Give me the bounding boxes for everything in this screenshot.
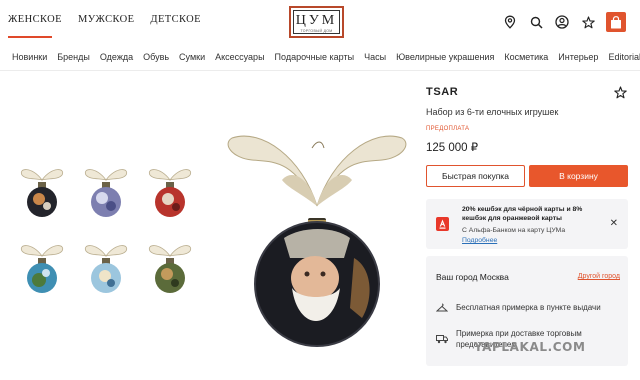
product-price: 125 000 ₽ xyxy=(426,142,479,154)
truck-icon xyxy=(436,334,448,344)
hanger-icon xyxy=(435,303,449,313)
nav-divider xyxy=(0,70,640,71)
promo-title: 20% кешбэк для чёрной карты и 8% кешбэк … xyxy=(462,206,583,222)
nav-item-cosmetics[interactable]: Косметика xyxy=(504,52,548,62)
nav-item-clothing[interactable]: Одежда xyxy=(100,52,133,62)
purchase-buttons: Быстрая покупка В корзину xyxy=(426,165,628,187)
nav-item-gift-cards[interactable]: Подарочные карты xyxy=(275,52,355,62)
quick-buy-button[interactable]: Быстрая покупка xyxy=(426,165,525,187)
promo-subtitle: С Альфа-Банком на карту ЦУМа xyxy=(462,227,566,234)
tab-men[interactable]: МУЖСКОЕ xyxy=(78,14,134,25)
change-city-link[interactable]: Другой город xyxy=(578,273,620,280)
thumbnail-ornament[interactable] xyxy=(14,234,70,304)
gender-tabs: ЖЕНСКОЕ МУЖСКОЕ ДЕТСКОЕ xyxy=(8,14,201,25)
thumbnail-ornament[interactable] xyxy=(78,234,134,304)
nav-item-brands[interactable]: Бренды xyxy=(57,52,90,62)
location-icon[interactable] xyxy=(502,14,518,30)
nav-item-jewelry[interactable]: Ювелирные украшения xyxy=(396,52,494,62)
nav-item-new[interactable]: Новинки xyxy=(12,52,47,62)
category-nav: Новинки Бренды Одежда Обувь Сумки Аксесс… xyxy=(12,52,640,62)
tab-kids[interactable]: ДЕТСКОЕ xyxy=(150,14,201,25)
nav-item-watches[interactable]: Часы xyxy=(364,52,386,62)
nav-item-interior[interactable]: Интерьер xyxy=(558,52,598,62)
product-main-image[interactable] xyxy=(222,118,412,354)
nav-item-bags[interactable]: Сумки xyxy=(179,52,205,62)
fitting-pickup-text: Бесплатная примерка в пункте выдачи xyxy=(456,303,601,312)
watermark: YAPLAKAL.COM xyxy=(474,340,586,354)
product-name: Набор из 6-ти елочных игрушек xyxy=(426,107,559,117)
logo-text: ЦУМ xyxy=(295,13,338,28)
user-icon[interactable] xyxy=(554,14,570,30)
header-actions xyxy=(502,12,626,32)
nav-item-accessories[interactable]: Аксессуары xyxy=(215,52,264,62)
nav-item-shoes[interactable]: Обувь xyxy=(143,52,169,62)
search-icon[interactable] xyxy=(528,14,544,30)
logo-subtext: ТОРГОВЫЙ ДОМ xyxy=(300,29,333,33)
prepay-badge: ПРЕДОПЛАТА xyxy=(426,126,470,132)
site-header: ЖЕНСКОЕ МУЖСКОЕ ДЕТСКОЕ ЦУМ ТОРГОВЫЙ ДОМ xyxy=(0,0,640,44)
alfa-bank-logo xyxy=(436,217,449,231)
product-info-panel: TSAR Набор из 6-ти елочных игрушек ПРЕДО… xyxy=(426,86,628,366)
promo-details-link[interactable]: Подробнее xyxy=(462,237,497,244)
bag-icon[interactable] xyxy=(606,12,626,32)
favorite-star-icon[interactable] xyxy=(614,86,628,100)
thumbnail-ornament[interactable] xyxy=(14,158,70,228)
thumbnail-ornament[interactable] xyxy=(78,158,134,228)
thumbnail-ornament[interactable] xyxy=(142,234,198,304)
cashback-promo-banner: 20% кешбэк для чёрной карты и 8% кешбэк … xyxy=(426,199,628,249)
product-brand[interactable]: TSAR xyxy=(426,86,628,98)
site-logo[interactable]: ЦУМ ТОРГОВЫЙ ДОМ xyxy=(289,6,344,38)
logo-frame: ЦУМ ТОРГОВЫЙ ДОМ xyxy=(293,10,340,34)
close-icon[interactable]: ✕ xyxy=(610,218,618,229)
star-icon[interactable] xyxy=(580,14,596,30)
tab-women[interactable]: ЖЕНСКОЕ xyxy=(8,14,62,25)
active-tab-indicator xyxy=(8,36,52,38)
add-to-cart-button[interactable]: В корзину xyxy=(529,165,628,187)
product-thumbnail-gallery xyxy=(14,158,204,308)
fitting-pickup-row: Бесплатная примерка в пункте выдачи xyxy=(435,302,626,314)
nav-item-editorial[interactable]: Editorial xyxy=(608,52,640,62)
city-title: Ваш город Москва xyxy=(436,272,509,282)
thumbnail-ornament[interactable] xyxy=(142,158,198,228)
